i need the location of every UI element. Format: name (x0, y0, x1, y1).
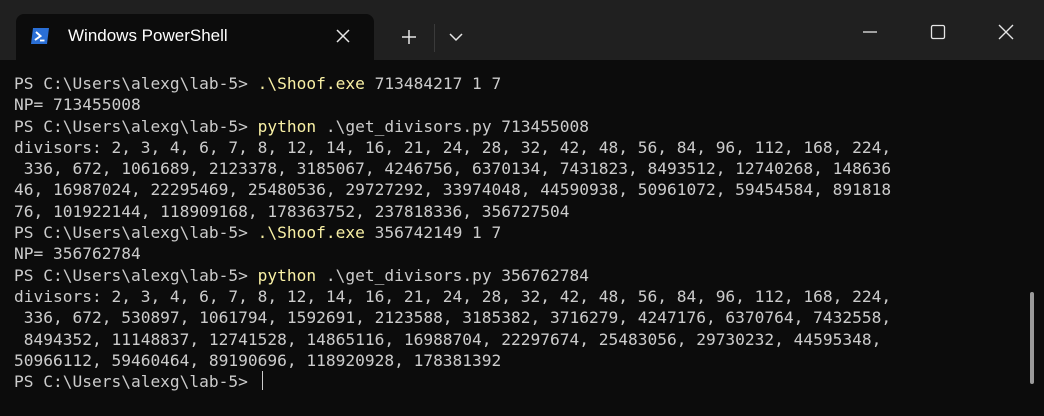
prompt: PS C:\Users\alexg\lab-5> (14, 372, 258, 392)
terminal-line: 8494352, 11148837, 12741528, 14865116, 1… (14, 329, 1014, 350)
terminal-line: PS C:\Users\alexg\lab-5> python .\get_di… (14, 116, 1014, 137)
command: .\Shoof.exe (257, 74, 365, 93)
output-text: NP= 356762784 (14, 244, 141, 264)
command-args: 713484217 1 7 (364, 74, 502, 93)
output-text: 46, 16987024, 22295469, 25480536, 297272… (14, 180, 892, 200)
terminal-line: PS C:\Users\alexg\lab-5> .\Shoof.exe 356… (14, 222, 1014, 243)
terminal-line: 46, 16987024, 22295469, 25480536, 297272… (14, 179, 1014, 200)
output-text: 336, 672, 530897, 1061794, 1592691, 2123… (14, 308, 892, 328)
tab-separator (434, 24, 435, 52)
command-args: .\get_divisors.py 713455008 (316, 116, 590, 136)
terminal-line: PS C:\Users\alexg\lab-5> python .\get_di… (14, 265, 1014, 286)
output-text: divisors: 2, 3, 4, 6, 7, 8, 12, 14, 16, … (14, 137, 892, 157)
output-text: 76, 101922144, 118909168, 178363752, 237… (14, 201, 570, 221)
command: python (257, 116, 317, 136)
maximize-icon[interactable] (926, 20, 950, 44)
terminal-line: NP= 713455008 (14, 94, 1014, 115)
minimize-icon[interactable] (858, 20, 882, 44)
chevron-down-icon[interactable] (446, 27, 466, 47)
command-args: .\get_divisors.py 356762784 (316, 265, 590, 285)
tab-title: Windows PowerShell (68, 26, 228, 45)
powershell-window: Windows PowerShell PS C:\Users\alexg\lab… (0, 0, 1044, 416)
output-text: 336, 672, 1061689, 2123378, 3185067, 424… (14, 159, 892, 179)
output-text: NP= 713455008 (14, 95, 141, 115)
terminal-line: 76, 101922144, 118909168, 178363752, 237… (14, 201, 1014, 222)
scrollbar[interactable] (1030, 292, 1034, 384)
plus-icon[interactable] (398, 26, 420, 48)
prompt: PS C:\Users\alexg\lab-5> (14, 116, 258, 136)
close-icon[interactable] (334, 27, 352, 45)
terminal-line: PS C:\Users\alexg\lab-5> .\Shoof.exe 713… (14, 73, 1014, 94)
terminal-line: 336, 672, 1061689, 2123378, 3185067, 424… (14, 158, 1014, 179)
command-args: 356742149 1 7 (364, 223, 502, 243)
terminal-line: 50966112, 59460464, 89190696, 118920928,… (14, 350, 1014, 371)
terminal-line: divisors: 2, 3, 4, 6, 7, 8, 12, 14, 16, … (14, 286, 1014, 307)
terminal-line: divisors: 2, 3, 4, 6, 7, 8, 12, 14, 16, … (14, 137, 1014, 158)
text-cursor (261, 371, 264, 391)
prompt: PS C:\Users\alexg\lab-5> (14, 265, 258, 285)
terminal-line: 336, 672, 530897, 1061794, 1592691, 2123… (14, 307, 1014, 328)
tab-powershell[interactable]: Windows PowerShell (16, 14, 374, 60)
command: .\Shoof.exe (257, 223, 365, 243)
terminal-output[interactable]: PS C:\Users\alexg\lab-5> .\Shoof.exe 713… (14, 73, 1014, 403)
title-bar[interactable]: Windows PowerShell (0, 0, 1044, 60)
output-text: divisors: 2, 3, 4, 6, 7, 8, 12, 14, 16, … (14, 286, 892, 306)
terminal-line: NP= 356762784 (14, 243, 1014, 264)
terminal-line: PS C:\Users\alexg\lab-5> (14, 371, 1014, 392)
powershell-icon (31, 28, 49, 44)
command: python (257, 265, 317, 285)
prompt: PS C:\Users\alexg\lab-5> (14, 74, 258, 93)
prompt: PS C:\Users\alexg\lab-5> (14, 223, 258, 243)
close-icon[interactable] (994, 20, 1018, 44)
output-text: 8494352, 11148837, 12741528, 14865116, 1… (14, 329, 882, 349)
output-text: 50966112, 59460464, 89190696, 118920928,… (14, 350, 502, 370)
